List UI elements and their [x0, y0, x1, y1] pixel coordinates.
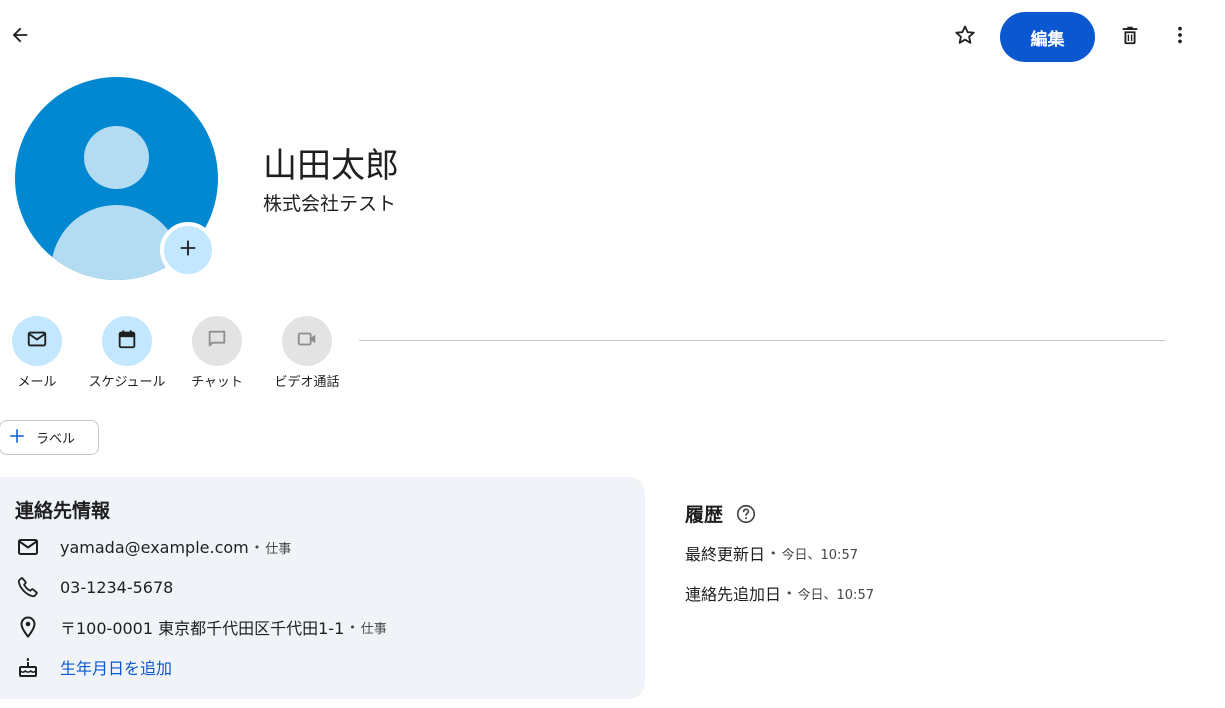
action-schedule-circle	[102, 316, 152, 366]
contact-name: 山田太郎	[263, 146, 399, 186]
more-vert-icon	[1169, 24, 1191, 50]
add-label-text: ラベル	[36, 432, 76, 447]
email-separator: •	[253, 540, 261, 554]
action-video-call[interactable]: ビデオ通話	[257, 316, 357, 390]
address-type: 仕事	[360, 621, 387, 637]
address-row[interactable]: 〒100-0001 東京都千代田区千代田1-1 • 仕事	[15, 614, 387, 640]
history-updated-value: 今日、10:57	[781, 547, 858, 563]
calendar-icon	[116, 328, 138, 354]
mail-icon	[26, 328, 48, 354]
birthday-row[interactable]: 生年月日を追加	[15, 654, 172, 680]
action-chat-circle	[192, 316, 242, 366]
history-title-text: 履歴	[685, 504, 724, 526]
history-added-separator: •	[786, 586, 793, 600]
add-label-button[interactable]: ラベル	[0, 420, 99, 455]
address-separator: •	[349, 620, 356, 634]
history-updated-separator: •	[770, 546, 777, 560]
contact-company: 株式会社テスト	[263, 193, 397, 215]
history-updated-label: 最終更新日	[685, 545, 766, 564]
help-circle-icon[interactable]	[735, 503, 757, 525]
plus-icon	[8, 427, 26, 449]
action-email[interactable]: メール	[0, 316, 87, 390]
email-row[interactable]: yamada@example.com • 仕事	[15, 534, 291, 560]
contact-info-title: 連絡先情報	[15, 500, 111, 522]
back-button[interactable]	[0, 17, 40, 57]
arrow-back-icon	[9, 24, 31, 50]
action-chat-label: チャット	[191, 375, 243, 390]
phone-icon	[15, 574, 41, 600]
delete-button[interactable]	[1110, 17, 1150, 57]
avatar-head	[84, 126, 149, 189]
history-updated-row: 最終更新日 • 今日、10:57	[685, 541, 858, 565]
add-birthday-link[interactable]: 生年月日を追加	[60, 655, 172, 679]
actions-divider	[359, 340, 1165, 341]
video-icon	[295, 328, 319, 354]
phone-row[interactable]: 03-1234-5678	[15, 574, 173, 600]
action-video-circle	[282, 316, 332, 366]
action-email-circle	[12, 316, 62, 366]
edit-button[interactable]: 編集	[1000, 12, 1095, 62]
email-value[interactable]: yamada@example.com	[60, 538, 249, 557]
star-button[interactable]	[945, 17, 985, 57]
action-email-label: メール	[17, 375, 57, 390]
mail-icon	[15, 534, 41, 560]
history-added-label: 連絡先追加日	[685, 585, 782, 604]
location-pin-icon	[15, 614, 41, 640]
action-schedule[interactable]: スケジュール	[77, 316, 177, 390]
more-options-button[interactable]	[1160, 17, 1200, 57]
address-value[interactable]: 〒100-0001 東京都千代田区千代田1-1	[60, 615, 344, 639]
email-type: 仕事	[265, 541, 292, 557]
chat-icon	[206, 328, 228, 354]
plus-icon	[177, 237, 199, 263]
history-added-row: 連絡先追加日 • 今日、10:57	[685, 581, 874, 605]
action-chat[interactable]: チャット	[167, 316, 267, 390]
phone-value[interactable]: 03-1234-5678	[60, 578, 173, 597]
trash-icon	[1119, 24, 1141, 50]
cake-icon	[15, 654, 41, 680]
action-schedule-label: スケジュール	[88, 375, 166, 390]
add-photo-button[interactable]	[160, 222, 216, 278]
action-video-label: ビデオ通話	[274, 375, 340, 390]
history-section-title: 履歴	[685, 500, 757, 527]
star-outline-icon	[953, 23, 977, 51]
history-added-value: 今日、10:57	[797, 587, 874, 603]
